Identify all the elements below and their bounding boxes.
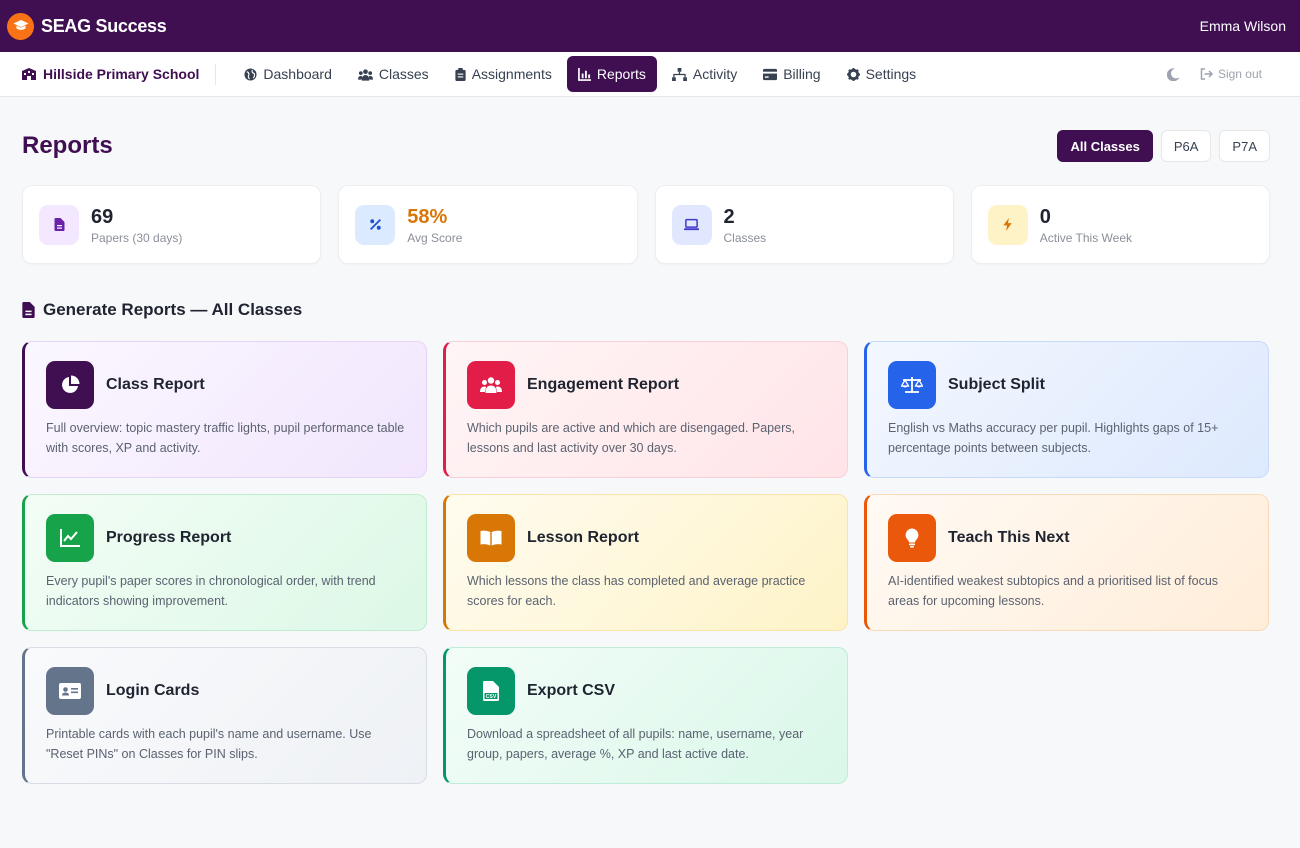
nav-tabs: Dashboard Classes Assignments Reports Ac…	[233, 56, 927, 92]
report-card-lesson[interactable]: Lesson Report Which lessons the class ha…	[443, 494, 848, 631]
sign-out-label: Sign out	[1217, 67, 1262, 81]
report-card-export-csv[interactable]: CSV Export CSV Download a spreadsheet of…	[443, 647, 848, 784]
filter-p7a[interactable]: P7A	[1219, 130, 1270, 162]
users-icon	[357, 68, 373, 81]
nav-item-billing[interactable]: Billing	[752, 56, 831, 92]
report-card-progress[interactable]: Progress Report Every pupil's paper scor…	[22, 494, 427, 631]
bolt-icon	[987, 204, 1028, 245]
sign-out-button[interactable]: Sign out	[1200, 67, 1262, 81]
document-icon	[39, 204, 79, 245]
card-description: Every pupil's paper scores in chronologi…	[46, 574, 376, 608]
card-title: Export CSV	[527, 682, 616, 699]
report-cards: Class Report Full overview: topic master…	[22, 341, 1270, 784]
main-content: Reports All Classes P6A P7A 69 Papers (3…	[0, 129, 1300, 784]
stat-label: Avg Score	[407, 230, 463, 245]
card-title: Class Report	[106, 376, 205, 393]
stat-label: Papers (30 days)	[91, 230, 183, 245]
section-title: Generate Reports — All Classes	[43, 300, 303, 319]
csv-file-icon: CSV	[467, 667, 515, 715]
moon-icon[interactable]	[1166, 67, 1180, 81]
nav-bar: Hillside Primary School Dashboard Classe…	[0, 52, 1300, 97]
section-heading: Generate Reports — All Classes	[22, 299, 1270, 321]
brand[interactable]: SEAG Success	[7, 12, 167, 40]
nav-item-assignments[interactable]: Assignments	[444, 56, 563, 92]
card-description: AI-identified weakest subtopics and a pr…	[888, 574, 1219, 608]
nav-item-reports[interactable]: Reports	[566, 56, 657, 92]
laptop-icon	[671, 204, 712, 245]
stat-value: 0	[1039, 205, 1051, 228]
nav-label: Reports	[596, 66, 646, 82]
trend-icon	[46, 514, 94, 562]
nav-actions: Sign out	[1166, 67, 1278, 81]
nav-item-activity[interactable]: Activity	[661, 56, 748, 92]
stats-row: 69 Papers (30 days) 58% Avg Score 2 Clas…	[22, 185, 1270, 264]
nav-label: Activity	[692, 66, 738, 82]
stat-card-active-week: 0 Active This Week	[970, 185, 1270, 264]
card-description: English vs Maths accuracy per pupil. Hig…	[888, 421, 1219, 455]
percent-icon	[355, 204, 396, 245]
card-title: Progress Report	[106, 529, 232, 546]
chart-icon	[577, 67, 591, 81]
nav-label: Settings	[865, 66, 917, 82]
stat-label: Active This Week	[1039, 230, 1133, 245]
globe-icon	[244, 67, 257, 81]
sign-out-icon	[1200, 68, 1213, 80]
user-menu[interactable]: Emma Wilson	[1200, 18, 1286, 34]
svg-text:CSV: CSV	[486, 694, 497, 700]
report-card-teach-this-next[interactable]: Teach This Next AI-identified weakest su…	[864, 494, 1269, 631]
stat-value: 69	[91, 205, 114, 228]
card-title: Lesson Report	[527, 529, 640, 546]
stat-label: Classes	[723, 230, 767, 245]
card-title: Login Cards	[106, 682, 200, 699]
book-icon	[467, 514, 515, 562]
report-card-login-cards[interactable]: Login Cards Printable cards with each pu…	[22, 647, 427, 784]
page-title: Reports	[22, 132, 113, 159]
nav-item-classes[interactable]: Classes	[347, 56, 440, 92]
card-title: Teach This Next	[948, 529, 1070, 546]
filter-all-classes[interactable]: All Classes	[1057, 130, 1153, 162]
card-description: Printable cards with each pupil's name a…	[46, 727, 372, 761]
clipboard-icon	[455, 67, 466, 81]
card-description: Which pupils are active and which are di…	[467, 421, 795, 455]
nav-label: Dashboard	[263, 66, 332, 82]
pie-chart-icon	[46, 361, 94, 409]
stat-value: 58%	[407, 205, 448, 228]
filter-p6a[interactable]: P6A	[1160, 130, 1212, 162]
scale-icon	[888, 361, 936, 409]
card-description: Which lessons the class has completed an…	[467, 574, 806, 608]
top-bar: SEAG Success Emma Wilson	[0, 0, 1300, 52]
app-name: SEAG Success	[41, 15, 167, 36]
users-icon	[467, 361, 515, 409]
network-icon	[671, 67, 687, 81]
report-card-class-report[interactable]: Class Report Full overview: topic master…	[22, 341, 427, 478]
card-title: Engagement Report	[527, 376, 680, 393]
lightbulb-icon	[888, 514, 936, 562]
nav-label: Classes	[378, 66, 429, 82]
id-card-icon	[46, 667, 94, 715]
school-label: Hillside Primary School	[43, 66, 200, 82]
nav-label: Billing	[783, 66, 821, 82]
stat-value: 2	[723, 205, 735, 228]
nav-item-dashboard[interactable]: Dashboard	[233, 56, 343, 92]
report-card-subject-split[interactable]: Subject Split English vs Maths accuracy …	[864, 341, 1269, 478]
page-header: Reports All Classes P6A P7A	[22, 129, 1270, 163]
school-name[interactable]: Hillside Primary School	[22, 63, 217, 85]
school-icon	[22, 68, 36, 80]
class-filter: All Classes P6A P7A	[1057, 130, 1270, 162]
graduation-cap-icon	[7, 12, 34, 40]
stat-card-classes: 2 Classes	[654, 185, 954, 264]
card-description: Full overview: topic mastery traffic lig…	[46, 421, 405, 455]
stat-card-avg-score: 58% Avg Score	[338, 185, 638, 264]
report-card-engagement[interactable]: Engagement Report Which pupils are activ…	[443, 341, 848, 478]
nav-item-settings[interactable]: Settings	[836, 56, 928, 92]
stat-card-papers: 69 Papers (30 days)	[22, 185, 322, 264]
nav-label: Assignments	[471, 66, 552, 82]
card-icon	[763, 68, 778, 80]
card-title: Subject Split	[948, 376, 1045, 393]
card-description: Download a spreadsheet of all pupils: na…	[467, 727, 804, 761]
document-icon	[22, 302, 35, 318]
gear-icon	[846, 67, 860, 81]
